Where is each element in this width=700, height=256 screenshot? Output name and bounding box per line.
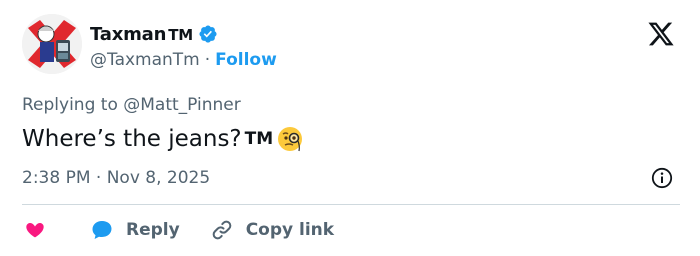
x-logo-icon[interactable]: [646, 20, 676, 48]
action-bar: Reply Copy link: [22, 216, 334, 244]
author-name-row: Taxman TM: [90, 22, 218, 46]
tweet-body: Where’s the jeans? TM: [22, 122, 305, 156]
link-icon: [210, 218, 234, 242]
separator-dot: ·: [204, 50, 211, 70]
verified-badge-icon: [198, 24, 218, 44]
avatar[interactable]: [22, 14, 82, 74]
author-display-name[interactable]: Taxman TM: [90, 24, 193, 45]
divider: [22, 204, 680, 205]
tweet-text: Where’s the jeans?: [22, 126, 242, 152]
info-icon[interactable]: [651, 167, 673, 189]
author-handle-row: @TaxmanTm · Follow: [90, 48, 277, 72]
tweet-timestamp[interactable]: 2:38 PM · Nov 8, 2025: [22, 165, 210, 191]
copy-link-button[interactable]: Copy link: [210, 218, 334, 242]
follow-button[interactable]: Follow: [215, 50, 277, 70]
copy-link-label: Copy link: [245, 220, 335, 240]
reply-label: Reply: [126, 220, 180, 240]
monocle-face-emoji-icon: [275, 124, 305, 154]
author-name-suffix: TM: [168, 25, 193, 44]
like-button[interactable]: [22, 217, 48, 243]
author-handle[interactable]: @TaxmanTm: [90, 50, 200, 70]
reply-context: Replying to @Matt_Pinner: [22, 95, 241, 115]
reply-button[interactable]: Reply: [90, 218, 180, 242]
avatar-image: [22, 14, 82, 74]
tweet-card: Taxman TM @TaxmanTm · Follow Replying to …: [0, 0, 700, 256]
trademark-mark: TM: [244, 129, 274, 149]
speech-bubble-icon: [90, 218, 114, 242]
heart-icon: [22, 217, 48, 243]
